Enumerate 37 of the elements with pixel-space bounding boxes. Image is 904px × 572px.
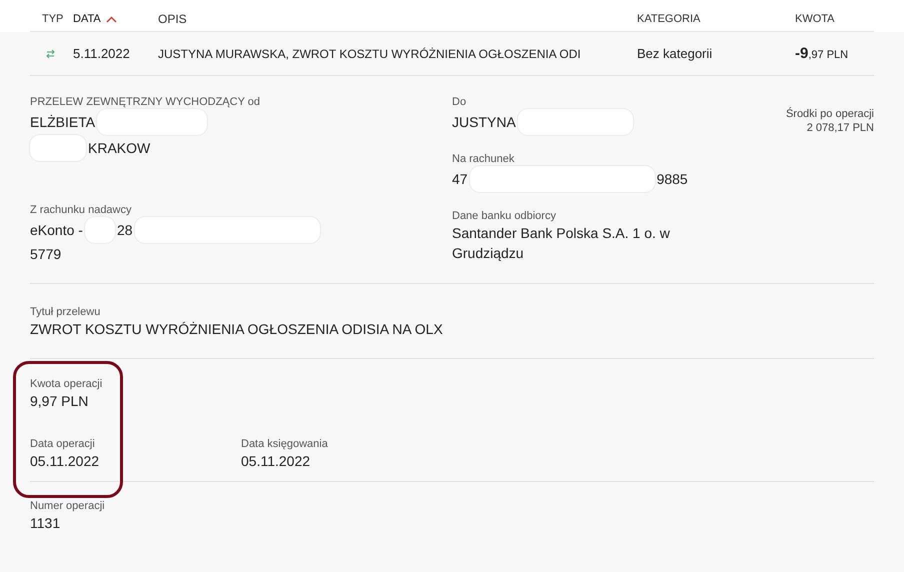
field-label: PRZELEW ZEWNĘTRZNY WYCHODZĄCY od xyxy=(30,95,262,109)
field-value: ZWROT KOSZTU WYRÓŻNIENIA OGŁOSZENIA ODISIA NA OLX xyxy=(30,320,444,339)
field-value: 28 xyxy=(116,221,133,240)
field-label: Dane banku odbiorcy xyxy=(452,209,557,223)
field-value: ELŻBIETA xyxy=(30,113,96,132)
field-label: Kwota operacji xyxy=(30,377,104,391)
column-header[interactable]: DATA xyxy=(73,13,101,25)
field-label: Data operacji xyxy=(30,437,96,451)
field-label: Na rachunek xyxy=(452,152,516,166)
balance-value: 2 078,17 PLN xyxy=(806,121,874,135)
field-value: 9885 xyxy=(656,170,688,189)
column-header[interactable]: OPIS xyxy=(158,12,187,26)
field-value: 47 xyxy=(452,170,468,189)
column-header[interactable]: TYP xyxy=(42,13,64,25)
field-value: KRAKOW xyxy=(88,139,150,158)
field-value: eKonto - xyxy=(30,221,83,240)
balance-label: Środki po operacji xyxy=(786,107,874,121)
category-cell-text: Bez kategorii xyxy=(637,46,714,61)
field-value: JUSTYNA xyxy=(452,113,516,132)
sort-caret-icon[interactable] xyxy=(106,16,117,22)
field-label: Z rachunku nadawcy xyxy=(30,203,132,217)
field-label: Data księgowania xyxy=(241,437,328,451)
amount-cell-text: -9,97 PLN xyxy=(795,45,850,62)
column-header[interactable]: KATEGORIA xyxy=(637,13,700,25)
field-value: 05.11.2022 xyxy=(30,452,100,471)
date-cell-text: 5.11.2022 xyxy=(73,46,131,61)
field-value: 1131 xyxy=(30,514,62,533)
transfer-arrows-icon xyxy=(46,48,55,58)
field-label: Do xyxy=(452,95,468,109)
column-header[interactable]: KWOTA xyxy=(795,13,835,25)
field-value: 5779 xyxy=(30,245,62,264)
field-label: Tytuł przelewu xyxy=(30,305,102,319)
field-value: 9,97 PLN xyxy=(30,392,90,411)
field-value: Santander Bank Polska S.A. 1 o. w Grudziądzu xyxy=(452,224,671,263)
field-label: Numer operacji xyxy=(30,499,106,513)
description-cell-text: JUSTYNA MURAWSKA, ZWROT KOSZTU WYRÓŻNIENIA OGŁOSZENIA ODI xyxy=(158,46,582,60)
field-value: 05.11.2022 xyxy=(241,452,312,471)
